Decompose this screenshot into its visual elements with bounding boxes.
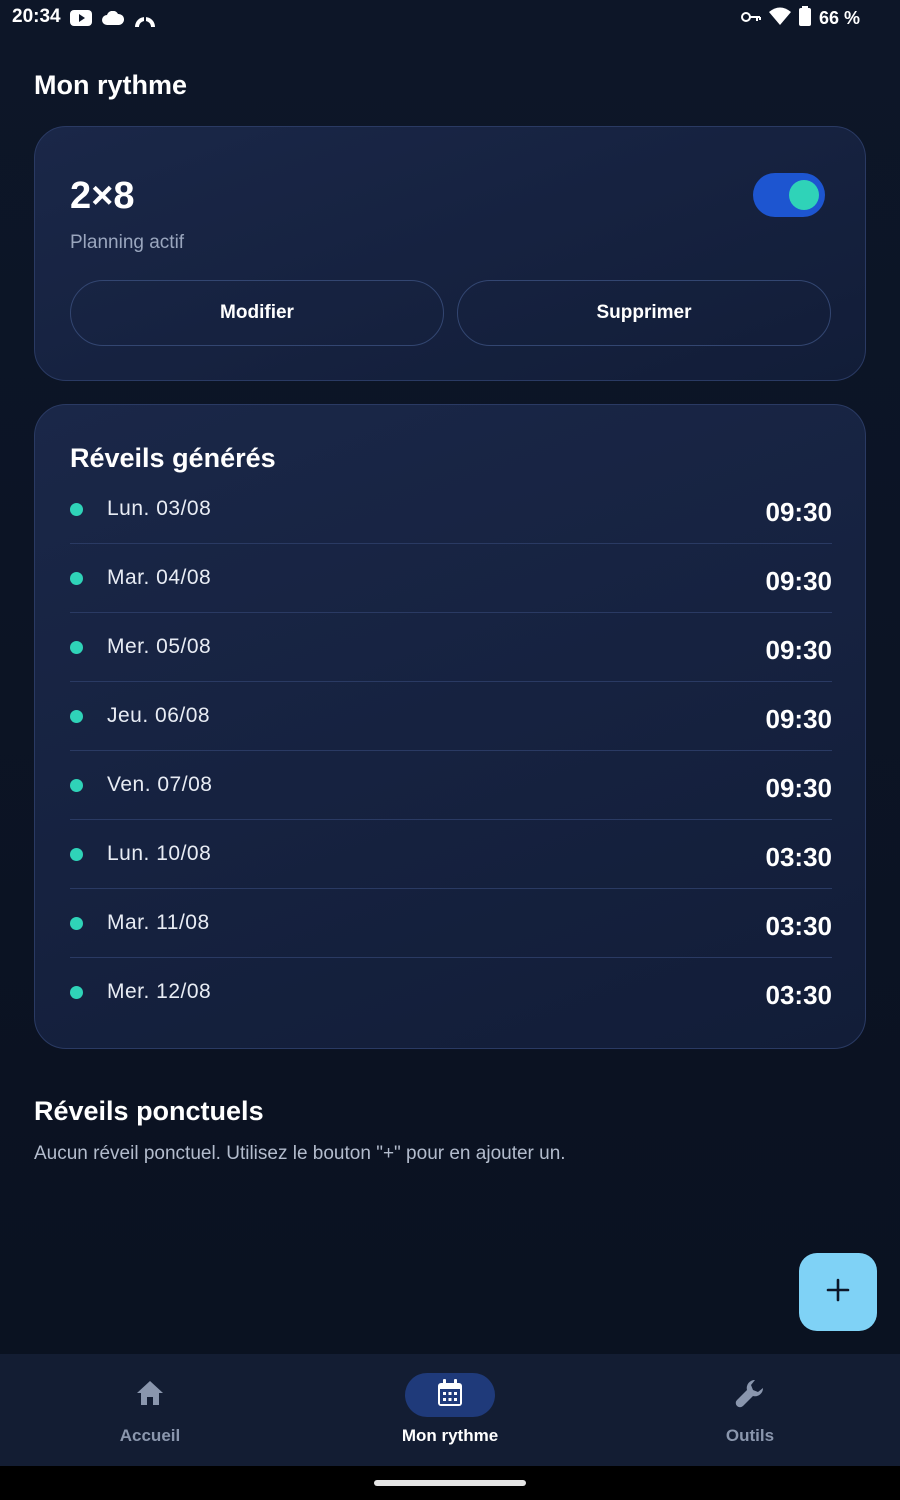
system-gesture-area (0, 1466, 900, 1500)
alarm-status-dot (70, 848, 83, 861)
alarm-row[interactable]: Lun. 10/08 03:30 (70, 820, 832, 889)
status-system-icons: 66 % (740, 6, 860, 31)
nav-item-outils[interactable]: Outils (600, 1354, 900, 1466)
toggle-knob (789, 180, 819, 210)
youtube-icon (70, 10, 92, 31)
battery-icon (798, 6, 811, 31)
nav-icon-container (105, 1373, 195, 1417)
nav-label: Accueil (119, 1426, 181, 1445)
planning-active-toggle[interactable] (753, 173, 825, 217)
alarm-time: 03:30 (765, 911, 833, 941)
rhythm-name: 2×8 (70, 175, 135, 217)
alarm-status-dot (70, 917, 83, 930)
oneoff-alarms-title: Réveils ponctuels (34, 1096, 264, 1126)
alarm-row[interactable]: Mer. 12/08 03:30 (70, 958, 832, 1027)
alarm-time: 09:30 (765, 773, 833, 803)
alarm-day: Lun. 03/08 (107, 497, 212, 520)
alarm-day: Mar. 04/08 (107, 566, 212, 589)
alarm-row[interactable]: Lun. 03/08 09:30 (70, 475, 832, 544)
alarm-status-dot (70, 572, 83, 585)
alarm-time: 09:30 (765, 566, 833, 596)
cloud-icon (102, 10, 125, 30)
bottom-navigation: Accueil Mon rythme Outils (0, 1354, 900, 1466)
status-bar: 20:34 66 % (0, 0, 900, 36)
wrench-icon (735, 1378, 765, 1413)
delete-button[interactable]: Supprimer (457, 280, 831, 346)
generated-alarms-card: Réveils générés Lun. 03/08 09:30 Mar. 04… (34, 404, 866, 1049)
alarm-row[interactable]: Mar. 11/08 03:30 (70, 889, 832, 958)
alarm-row[interactable]: Ven. 07/08 09:30 (70, 751, 832, 820)
add-alarm-button[interactable] (799, 1253, 877, 1331)
wifi-icon (768, 7, 791, 30)
alarm-day: Lun. 10/08 (107, 842, 212, 865)
alarm-status-dot (70, 779, 83, 792)
alarm-day: Mer. 12/08 (107, 980, 212, 1003)
status-time: 20:34 (12, 6, 61, 27)
oneoff-empty-message: Aucun réveil ponctuel. Utilisez le bouto… (34, 1143, 566, 1164)
nav-icon-container (705, 1373, 795, 1417)
page-title: Mon rythme (34, 70, 188, 100)
nav-label: Mon rythme (401, 1426, 499, 1445)
nav-item-accueil[interactable]: Accueil (0, 1354, 300, 1466)
alarm-time: 03:30 (765, 842, 833, 872)
plus-icon (826, 1278, 850, 1307)
alarm-status-dot (70, 710, 83, 723)
alarm-row[interactable]: Jeu. 06/08 09:30 (70, 682, 832, 751)
nav-item-mon-rythme[interactable]: Mon rythme (300, 1354, 600, 1466)
gesture-handle[interactable] (374, 1480, 526, 1486)
battery-percentage: 66 % (818, 8, 860, 28)
alarm-day: Ven. 07/08 (107, 773, 213, 796)
alarm-status-dot (70, 503, 83, 516)
alarm-day: Mer. 05/08 (107, 635, 212, 658)
alarm-day: Jeu. 06/08 (107, 704, 211, 727)
app-arch-icon (134, 8, 156, 33)
home-icon (136, 1380, 164, 1411)
alarm-time: 03:30 (765, 980, 833, 1010)
modify-button[interactable]: Modifier (70, 280, 444, 346)
status-notification-icons (70, 8, 156, 33)
calendar-icon (437, 1378, 463, 1412)
alarm-list: Lun. 03/08 09:30 Mar. 04/08 09:30 Mer. 0… (70, 475, 832, 1027)
alarm-row[interactable]: Mar. 04/08 09:30 (70, 544, 832, 613)
alarm-status-dot (70, 986, 83, 999)
vpn-key-icon (740, 10, 761, 28)
generated-alarms-title: Réveils générés (70, 443, 276, 473)
nav-active-pill (405, 1373, 495, 1417)
rhythm-status: Planning actif (70, 232, 185, 253)
alarm-time: 09:30 (765, 497, 833, 527)
rhythm-card: 2×8 Planning actif Modifier Supprimer (34, 126, 866, 381)
nav-label: Outils (725, 1426, 775, 1445)
alarm-day: Mar. 11/08 (107, 911, 210, 934)
app-screen: 20:34 66 % Mon rythme 2×8 Planning actif… (0, 0, 900, 1500)
alarm-time: 09:30 (765, 704, 833, 734)
alarm-row[interactable]: Mer. 05/08 09:30 (70, 613, 832, 682)
alarm-status-dot (70, 641, 83, 654)
alarm-time: 09:30 (765, 635, 833, 665)
